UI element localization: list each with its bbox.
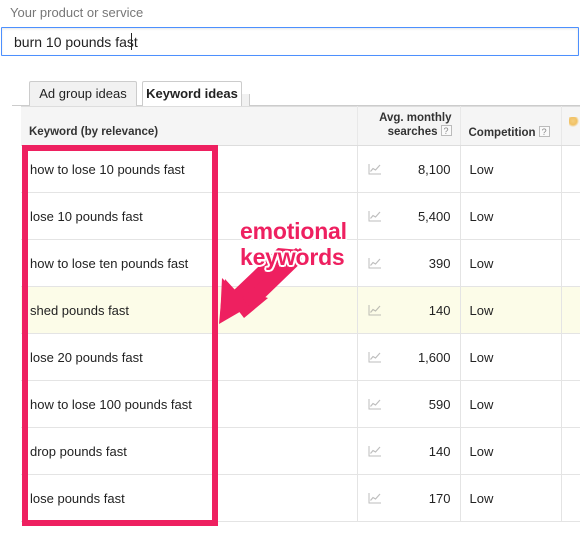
competition-value: Low <box>469 490 494 506</box>
search-trend-icon[interactable] <box>368 398 382 410</box>
cell-extra-partial <box>561 427 580 475</box>
table-row[interactable]: drop pounds fast 140 Low <box>21 427 580 475</box>
tabstrip-filler <box>242 94 250 106</box>
keyword-text: lose 10 pounds fast <box>30 208 143 224</box>
table-header-row: Keyword (by relevance) Avg. monthly sear… <box>21 106 580 146</box>
avg-monthly-searches-value: 140 <box>428 302 451 318</box>
search-trend-icon[interactable] <box>368 257 382 269</box>
cell-competition: Low <box>460 474 562 522</box>
avg-monthly-searches-value: 170 <box>428 490 451 506</box>
competition-value: Low <box>469 255 494 271</box>
cell-competition: Low <box>460 192 562 240</box>
avg-monthly-searches-value: 140 <box>428 443 451 459</box>
competition-value: Low <box>469 349 494 365</box>
column-header-keyword[interactable]: Keyword (by relevance) <box>21 106 358 146</box>
table-row[interactable]: how to lose ten pounds fast 390 Low <box>21 239 580 287</box>
table-row[interactable]: lose 20 pounds fast 1,600 Low <box>21 333 580 381</box>
column-header-avg-monthly-searches[interactable]: Avg. monthly searches? <box>357 106 461 146</box>
column-header-extra-partial[interactable] <box>561 106 580 146</box>
cell-extra-partial <box>561 239 580 287</box>
cell-keyword[interactable]: how to lose 100 pounds fast <box>21 380 358 428</box>
table-row[interactable]: lose pounds fast 170 Low <box>21 474 580 522</box>
cell-competition: Low <box>460 380 562 428</box>
cell-keyword[interactable]: drop pounds fast <box>21 427 358 475</box>
column-header-competition-label: Competition <box>468 127 536 139</box>
cell-avg-monthly-searches: 170 <box>357 474 461 522</box>
competition-value: Low <box>469 396 494 412</box>
table-row[interactable]: how to lose 100 pounds fast 590 Low <box>21 380 580 428</box>
avg-monthly-searches-value: 1,600 <box>417 349 451 365</box>
cell-avg-monthly-searches: 390 <box>357 239 461 287</box>
search-trend-icon[interactable] <box>368 304 382 316</box>
search-trend-icon[interactable] <box>368 445 382 457</box>
cell-avg-monthly-searches: 140 <box>357 427 461 475</box>
keyword-text: how to lose 10 pounds fast <box>30 161 185 177</box>
text-caret <box>131 33 132 50</box>
cell-keyword[interactable]: how to lose 10 pounds fast <box>21 145 358 193</box>
help-icon-avg-monthly-searches[interactable]: ? <box>440 125 452 136</box>
cell-extra-partial <box>561 286 580 334</box>
cell-keyword[interactable]: lose 10 pounds fast <box>21 192 358 240</box>
search-trend-icon[interactable] <box>368 492 382 504</box>
search-trend-icon[interactable] <box>368 163 382 175</box>
cell-competition: Low <box>460 286 562 334</box>
competition-value: Low <box>469 161 494 177</box>
search-trend-icon[interactable] <box>368 351 382 363</box>
cell-avg-monthly-searches: 5,400 <box>357 192 461 240</box>
cell-extra-partial <box>561 145 580 193</box>
keyword-ideas-table: Keyword (by relevance) Avg. monthly sear… <box>21 106 580 522</box>
cell-competition: Low <box>460 239 562 287</box>
cell-avg-monthly-searches: 140 <box>357 286 461 334</box>
search-trend-icon[interactable] <box>368 210 382 222</box>
keyword-text: how to lose ten pounds fast <box>30 255 189 271</box>
cell-extra-partial <box>561 380 580 428</box>
cell-extra-partial <box>561 474 580 522</box>
cell-extra-partial <box>561 333 580 381</box>
cell-avg-monthly-searches: 8,100 <box>357 145 461 193</box>
cell-avg-monthly-searches: 590 <box>357 380 461 428</box>
avg-monthly-searches-value: 5,400 <box>417 208 451 224</box>
cell-competition: Low <box>460 333 562 381</box>
keyword-text: shed pounds fast <box>30 302 130 318</box>
help-icon-competition[interactable]: ? <box>538 126 550 137</box>
cell-keyword[interactable]: shed pounds fast <box>21 286 358 334</box>
avg-monthly-searches-value: 590 <box>428 396 451 412</box>
ideas-tabstrip: Ad group ideas Keyword ideas <box>12 80 580 107</box>
keyword-text: lose 20 pounds fast <box>30 349 143 365</box>
cell-keyword[interactable]: how to lose ten pounds fast <box>21 239 358 287</box>
column-header-keyword-label: Keyword (by relevance) <box>29 126 159 138</box>
tab-keyword-ideas[interactable]: Keyword ideas <box>142 81 242 107</box>
cell-competition: Low <box>460 145 562 193</box>
keyword-text: how to lose 100 pounds fast <box>30 396 192 412</box>
table-row[interactable]: how to lose 10 pounds fast 8,100 Low <box>21 145 580 193</box>
product-or-service-input[interactable] <box>1 27 579 56</box>
table-row[interactable]: shed pounds fast 140 Low <box>21 286 580 334</box>
competition-value: Low <box>469 443 494 459</box>
avg-monthly-searches-value: 8,100 <box>417 161 451 177</box>
cell-keyword[interactable]: lose 20 pounds fast <box>21 333 358 381</box>
column-header-avg-monthly-searches-line1: Avg. monthly <box>379 112 452 124</box>
cell-extra-partial <box>561 192 580 240</box>
cell-avg-monthly-searches: 1,600 <box>357 333 461 381</box>
competition-value: Low <box>469 208 494 224</box>
column-header-avg-monthly-searches-line2: searches <box>387 126 438 138</box>
avg-monthly-searches-value: 390 <box>428 255 451 271</box>
table-row[interactable]: lose 10 pounds fast 5,400 Low <box>21 192 580 240</box>
keyword-text: lose pounds fast <box>30 490 125 506</box>
product-or-service-label: Your product or service <box>10 5 144 20</box>
cell-keyword[interactable]: lose pounds fast <box>21 474 358 522</box>
column-header-competition[interactable]: Competition? <box>460 106 562 146</box>
competition-value: Low <box>469 302 494 318</box>
keyword-text: drop pounds fast <box>30 443 127 459</box>
cell-competition: Low <box>460 427 562 475</box>
tab-ad-group-ideas[interactable]: Ad group ideas <box>29 81 137 106</box>
